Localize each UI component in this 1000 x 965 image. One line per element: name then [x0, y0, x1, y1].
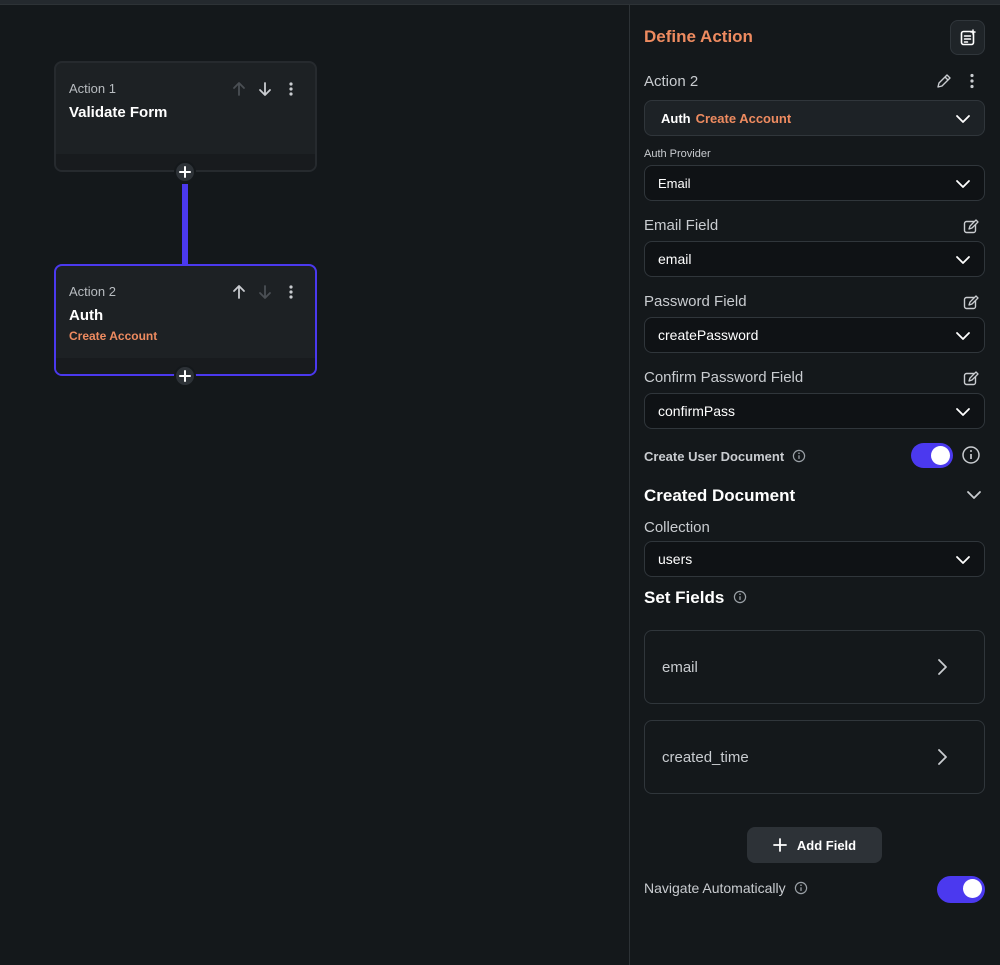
chevron-down-icon [956, 115, 970, 123]
edit-icon[interactable] [963, 371, 979, 387]
collection-dropdown[interactable]: users [644, 541, 985, 577]
navigate-automatically-label: Navigate Automatically [644, 880, 808, 896]
plus-icon [772, 838, 787, 852]
add-field-label: Add Field [796, 837, 857, 853]
action-node-subtitle: Create Account [69, 329, 158, 343]
email-field-label: Email Field [644, 217, 719, 234]
create-user-document-toggle[interactable] [911, 443, 953, 468]
chevron-down-icon [956, 332, 970, 340]
confirm-password-field-value: confirmPass [658, 403, 736, 419]
confirm-password-field-label: Confirm Password Field [644, 369, 804, 386]
chevron-right-icon [938, 749, 947, 765]
action-node-label: Action 2 [69, 284, 116, 299]
chevron-down-icon [956, 180, 970, 188]
action-node-1[interactable]: Action 1 Validate Form [54, 61, 317, 172]
action-node-title: Auth [69, 307, 104, 324]
define-action-panel: Define Action Action 2 Auth Create Accou… [629, 5, 1000, 965]
create-user-document-label: Create User Document [644, 449, 806, 464]
set-field-item-email[interactable]: email [644, 630, 985, 704]
set-field-name: created_time [662, 748, 749, 766]
add-action-button-2[interactable] [174, 365, 196, 387]
password-field-label: Password Field [644, 293, 747, 310]
action-node-label: Action 1 [69, 81, 116, 96]
action-notes-button[interactable] [950, 20, 985, 55]
arrow-down-icon[interactable] [255, 282, 275, 302]
chevron-right-icon [938, 659, 947, 675]
panel-title: Define Action [644, 27, 753, 46]
arrow-up-icon[interactable] [229, 282, 249, 302]
more-vert-icon[interactable] [964, 72, 980, 95]
chevron-down-icon[interactable] [965, 486, 983, 504]
chevron-down-icon [956, 256, 970, 264]
chevron-down-icon [956, 556, 970, 564]
more-vert-icon[interactable] [281, 282, 301, 302]
add-action-button-1[interactable] [174, 161, 196, 183]
email-field-dropdown[interactable]: email [644, 241, 985, 277]
email-field-value: email [658, 251, 692, 267]
auth-provider-dropdown[interactable]: Email [644, 165, 985, 201]
created-document-heading: Created Document [644, 486, 796, 505]
info-icon[interactable] [792, 449, 806, 463]
more-vert-icon[interactable] [281, 79, 301, 99]
collection-value: users [658, 551, 693, 567]
plus-icon [179, 370, 191, 382]
edit-icon[interactable] [963, 219, 979, 235]
arrow-down-icon[interactable] [255, 79, 275, 99]
pencil-icon[interactable] [935, 72, 953, 95]
info-icon[interactable] [961, 445, 981, 465]
password-field-dropdown[interactable]: createPassword [644, 317, 985, 353]
action-node-2[interactable]: Action 2 Auth Create Account [54, 264, 317, 376]
action-type-value: Create Account [695, 110, 792, 126]
confirm-password-field-dropdown[interactable]: confirmPass [644, 393, 985, 429]
arrow-up-icon[interactable] [229, 79, 249, 99]
set-field-name: email [662, 658, 698, 676]
action-type-dropdown[interactable]: Auth Create Account [644, 100, 985, 136]
action-label: Action 2 [644, 73, 699, 90]
note-add-icon [960, 28, 976, 45]
set-fields-header: Set Fields [644, 588, 747, 608]
auth-provider-value: Email [658, 175, 691, 191]
info-icon[interactable] [794, 881, 808, 895]
plus-icon [179, 166, 191, 178]
password-field-value: createPassword [658, 327, 759, 343]
edit-icon[interactable] [963, 295, 979, 311]
chevron-down-icon [956, 408, 970, 416]
info-icon[interactable] [733, 590, 747, 604]
action-flow-canvas: Action 1 Validate Form Action 2 Auth Cre… [0, 5, 629, 965]
flow-connector [182, 184, 188, 264]
add-field-button[interactable]: Add Field [747, 827, 882, 863]
action-node-title: Validate Form [69, 104, 168, 121]
collection-label: Collection [644, 519, 710, 536]
set-fields-heading: Set Fields [644, 588, 725, 607]
auth-provider-label: Auth Provider [644, 148, 711, 160]
action-type-prefix: Auth [661, 110, 691, 126]
set-field-item-created-time[interactable]: created_time [644, 720, 985, 794]
navigate-automatically-toggle[interactable] [937, 876, 985, 903]
